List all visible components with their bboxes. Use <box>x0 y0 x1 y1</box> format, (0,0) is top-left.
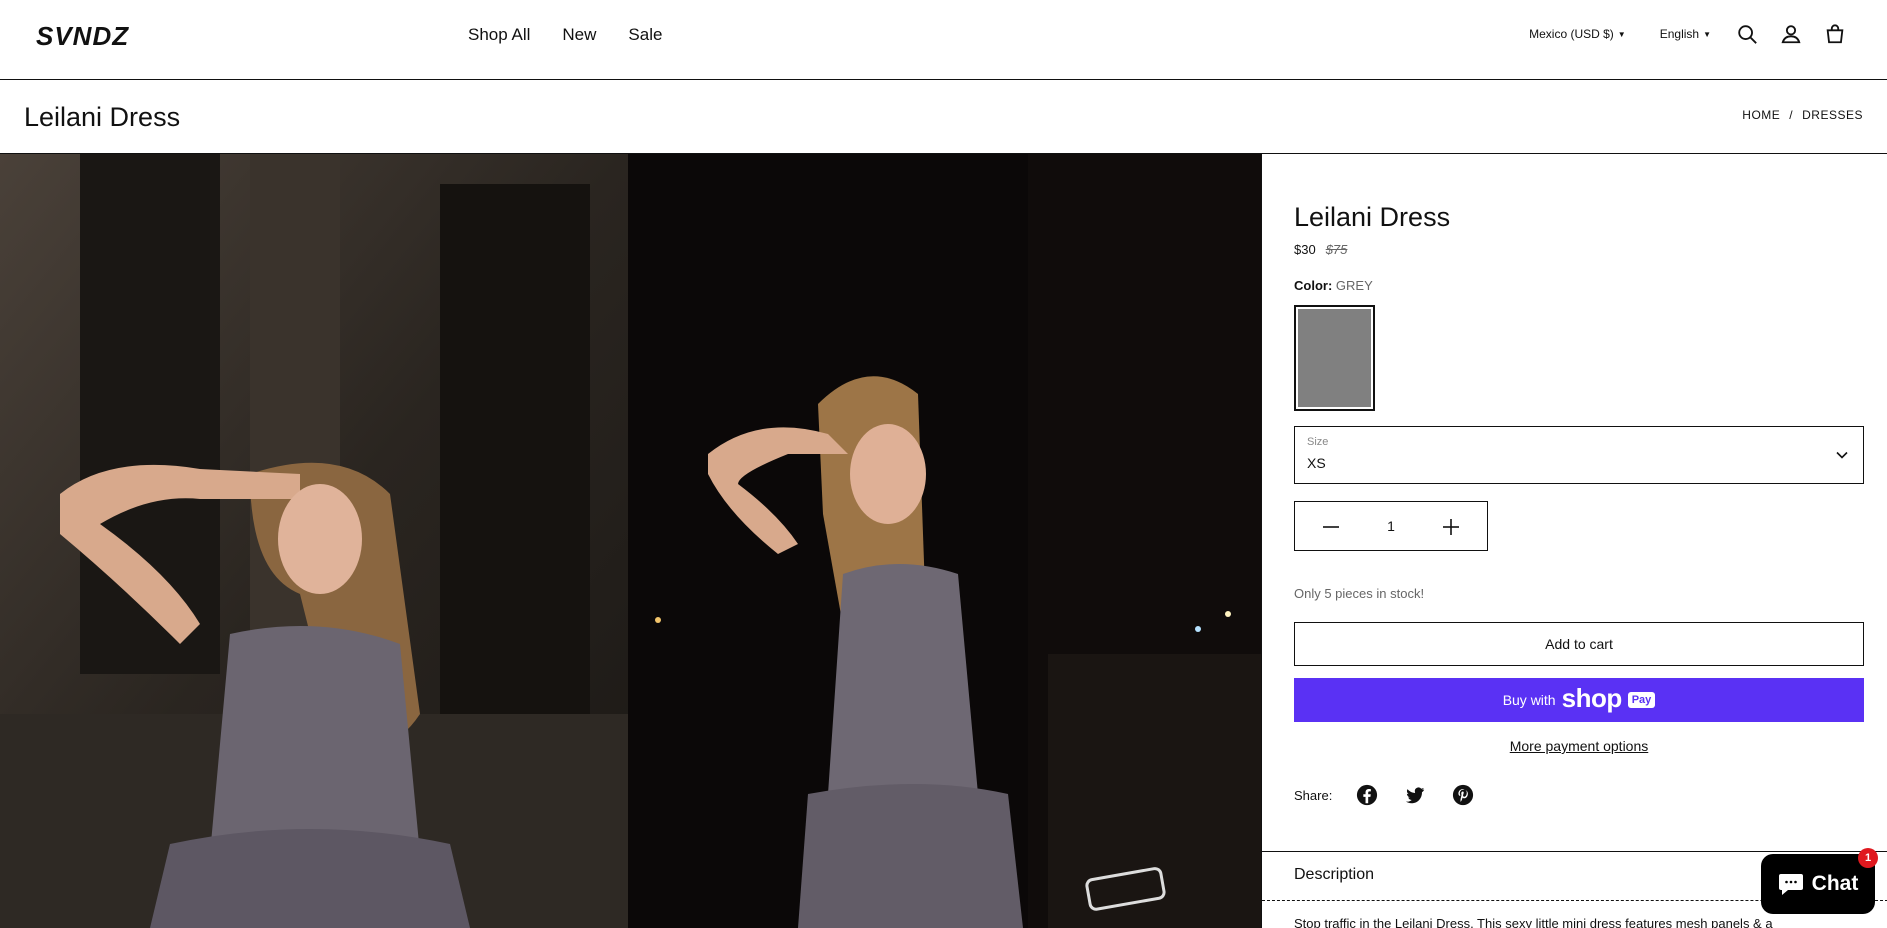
account-icon[interactable] <box>1779 22 1803 46</box>
main-nav: Shop All New Sale <box>468 25 662 45</box>
nav-sale[interactable]: Sale <box>628 25 662 45</box>
color-label: Color: GREY <box>1294 278 1373 293</box>
quantity-increase-button[interactable] <box>1439 515 1463 539</box>
header-utilities: Mexico (USD $) ▼ English ▼ <box>1529 22 1847 46</box>
breadcrumb-home[interactable]: HOME <box>1742 108 1780 122</box>
share-bar: Share: <box>1294 784 1500 806</box>
chat-bubble-icon <box>1778 874 1803 895</box>
size-value: XS <box>1307 455 1326 471</box>
breadcrumb-separator: / <box>1789 108 1794 122</box>
more-payment-options-link[interactable]: More payment options <box>1294 738 1864 754</box>
caret-down-icon: ▼ <box>1617 29 1626 39</box>
quantity-stepper: 1 <box>1294 501 1488 551</box>
pinterest-icon[interactable] <box>1452 784 1474 806</box>
chat-notification-badge: 1 <box>1858 848 1878 868</box>
facebook-icon[interactable] <box>1356 784 1378 806</box>
breadcrumb: HOME / DRESSES <box>1742 108 1863 122</box>
breadcrumb-dresses[interactable]: DRESSES <box>1802 108 1863 122</box>
brand-logo[interactable]: SVNDZ <box>34 21 156 51</box>
size-label: Size <box>1307 436 1329 448</box>
logo-wordmark: SVNDZ <box>36 21 129 51</box>
language-selector[interactable]: English ▼ <box>1660 27 1711 41</box>
swatch-fill <box>1298 309 1371 407</box>
shop-pay-logo: shop <box>1561 683 1623 713</box>
product-photo-2[interactable] <box>628 154 1261 928</box>
stock-message: Only 5 pieces in stock! <box>1294 586 1425 601</box>
color-swatch-grey[interactable] <box>1294 305 1375 411</box>
color-label-text: Color: <box>1294 278 1333 293</box>
caret-down-icon: ▼ <box>1703 29 1711 39</box>
twitter-icon[interactable] <box>1404 784 1426 806</box>
compare-price: $75 <box>1325 242 1348 257</box>
share-label: Share: <box>1294 787 1333 803</box>
product-photo-1[interactable] <box>0 154 628 928</box>
site-header: SVNDZ Shop All New Sale Mexico (USD $) ▼… <box>0 0 1887 80</box>
sale-price: $30 <box>1294 242 1316 257</box>
description-toggle[interactable]: Description <box>1294 866 1374 884</box>
shop-pay-button[interactable]: Buy with shop Pay <box>1294 678 1864 722</box>
product-price: $30 $75 <box>1294 242 1347 257</box>
search-icon[interactable] <box>1735 22 1759 46</box>
currency-selector[interactable]: Mexico (USD $) ▼ <box>1529 27 1626 41</box>
nav-shop-all[interactable]: Shop All <box>468 25 530 45</box>
plus-icon <box>1443 519 1459 535</box>
add-to-cart-button[interactable]: Add to cart <box>1294 622 1864 666</box>
color-value: GREY <box>1335 278 1373 293</box>
chevron-down-icon <box>1835 448 1849 467</box>
language-value: English <box>1659 27 1700 41</box>
pay-badge: Pay <box>1627 692 1656 708</box>
product-gallery <box>0 154 1261 928</box>
page-title-bar: Leilani Dress HOME / DRESSES <box>0 80 1887 154</box>
currency-value: Mexico (USD $) <box>1529 27 1614 41</box>
nav-new[interactable]: New <box>562 25 596 45</box>
page-title: Leilani Dress <box>24 102 181 132</box>
product-info-panel: Leilani Dress $30 $75 Color: GREY Size X… <box>1261 154 1887 928</box>
divider <box>1262 851 1887 852</box>
product-title: Leilani Dress <box>1294 202 1451 232</box>
buy-with-label: Buy with <box>1502 692 1556 708</box>
chat-button[interactable]: Chat <box>1761 854 1875 914</box>
cart-icon[interactable] <box>1823 22 1847 46</box>
chat-label: Chat <box>1811 872 1859 895</box>
svg-text:SVNDZ: SVNDZ <box>36 22 129 50</box>
size-select[interactable]: Size XS <box>1294 426 1864 484</box>
description-text: Stop traffic in the Leilani Dress. This … <box>1294 916 1773 928</box>
